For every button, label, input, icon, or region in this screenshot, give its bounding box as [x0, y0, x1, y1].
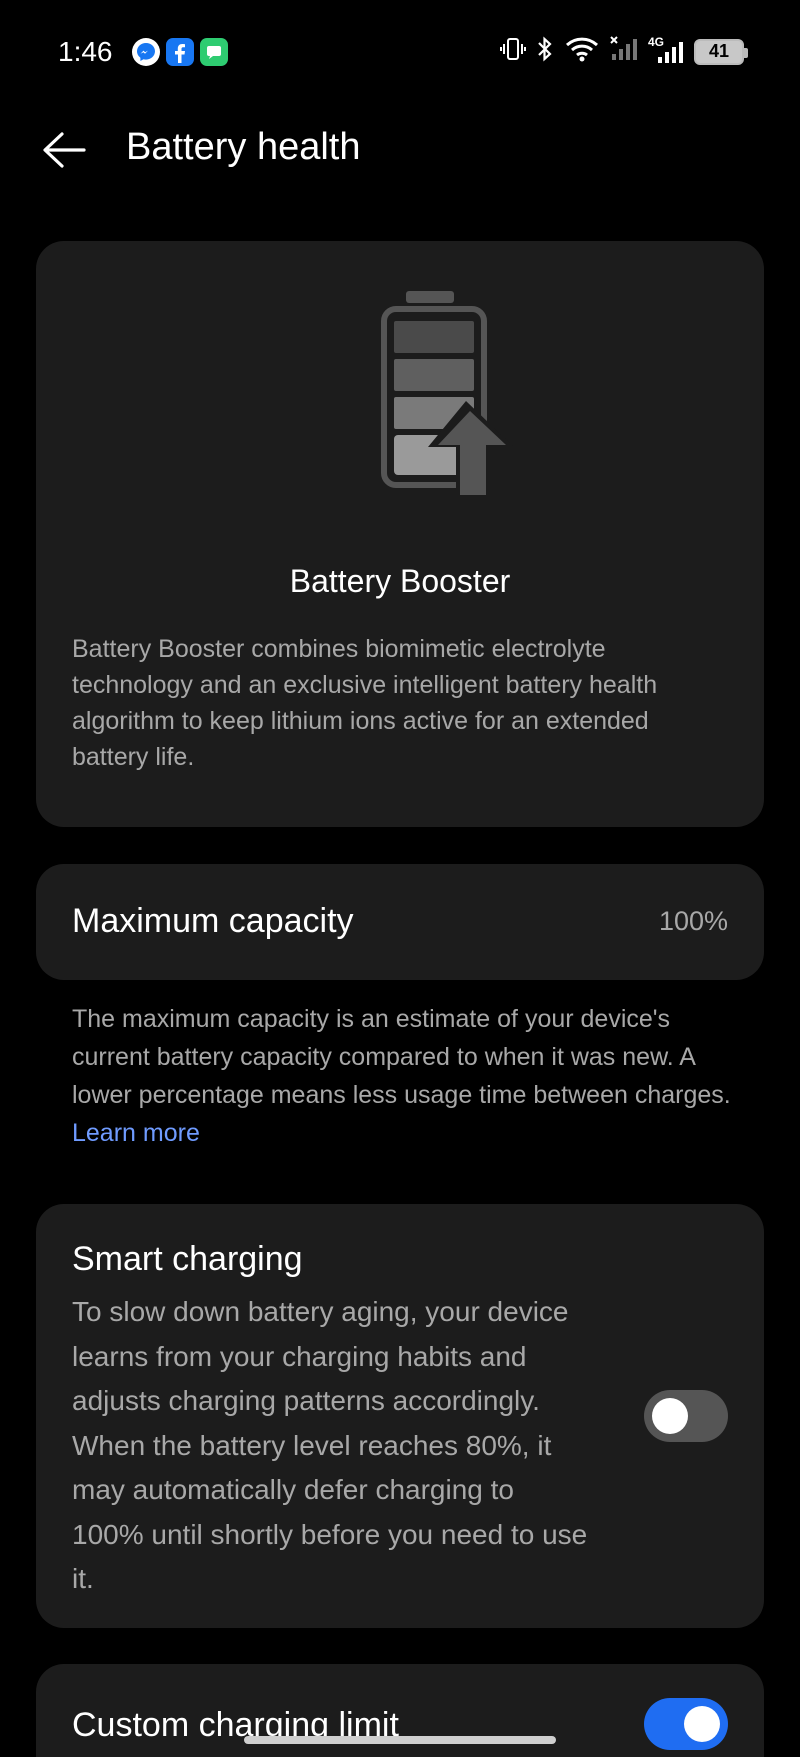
smart-charging-title: Smart charging: [72, 1240, 303, 1278]
signal-4g-icon: 4G: [648, 35, 684, 65]
status-time: 1:46: [58, 36, 113, 67]
toggle-knob: [652, 1398, 688, 1434]
maximum-capacity-row[interactable]: Maximum capacity 100%: [36, 864, 764, 980]
status-bar: 1:46 4G 41: [0, 0, 800, 100]
custom-charging-limit-toggle[interactable]: [644, 1698, 728, 1750]
page-title: Battery health: [126, 126, 361, 168]
app-header: Battery health: [0, 110, 800, 190]
smart-charging-toggle[interactable]: [644, 1390, 728, 1442]
back-button[interactable]: [34, 120, 94, 180]
battery-icon: 41: [694, 38, 748, 65]
messenger-icon: [132, 38, 160, 66]
system-indicators: 4G 41: [500, 35, 748, 67]
battery-booster-title: Battery Booster: [289, 563, 511, 599]
vibrate-icon: [500, 36, 526, 67]
back-arrow-icon: [43, 132, 86, 168]
smart-charging-row[interactable]: Smart charging To slow down battery agin…: [36, 1204, 764, 1628]
bluetooth-icon: [536, 36, 554, 67]
battery-booster-icon: [366, 291, 526, 503]
learn-more-link[interactable]: Learn more: [72, 1119, 200, 1147]
home-indicator[interactable]: [244, 1736, 556, 1744]
toggle-knob: [684, 1706, 720, 1742]
messages-icon: [200, 38, 228, 66]
notification-icons: [132, 38, 228, 66]
maximum-capacity-value: 100%: [658, 906, 728, 936]
battery-booster-description: Battery Booster combines biomimetic elec…: [72, 635, 658, 771]
signal-no-service-icon: [610, 36, 638, 67]
facebook-icon: [166, 38, 194, 66]
maximum-capacity-label: Maximum capacity: [72, 902, 354, 940]
battery-booster-card: Battery Booster Battery Booster combines…: [36, 241, 764, 827]
smart-charging-description: To slow down battery aging, your device …: [72, 1296, 588, 1594]
wifi-icon: [564, 36, 600, 67]
maximum-capacity-help-text: The maximum capacity is an estimate of y…: [72, 1005, 731, 1109]
maximum-capacity-help: The maximum capacity is an estimate of y…: [72, 1000, 732, 1152]
